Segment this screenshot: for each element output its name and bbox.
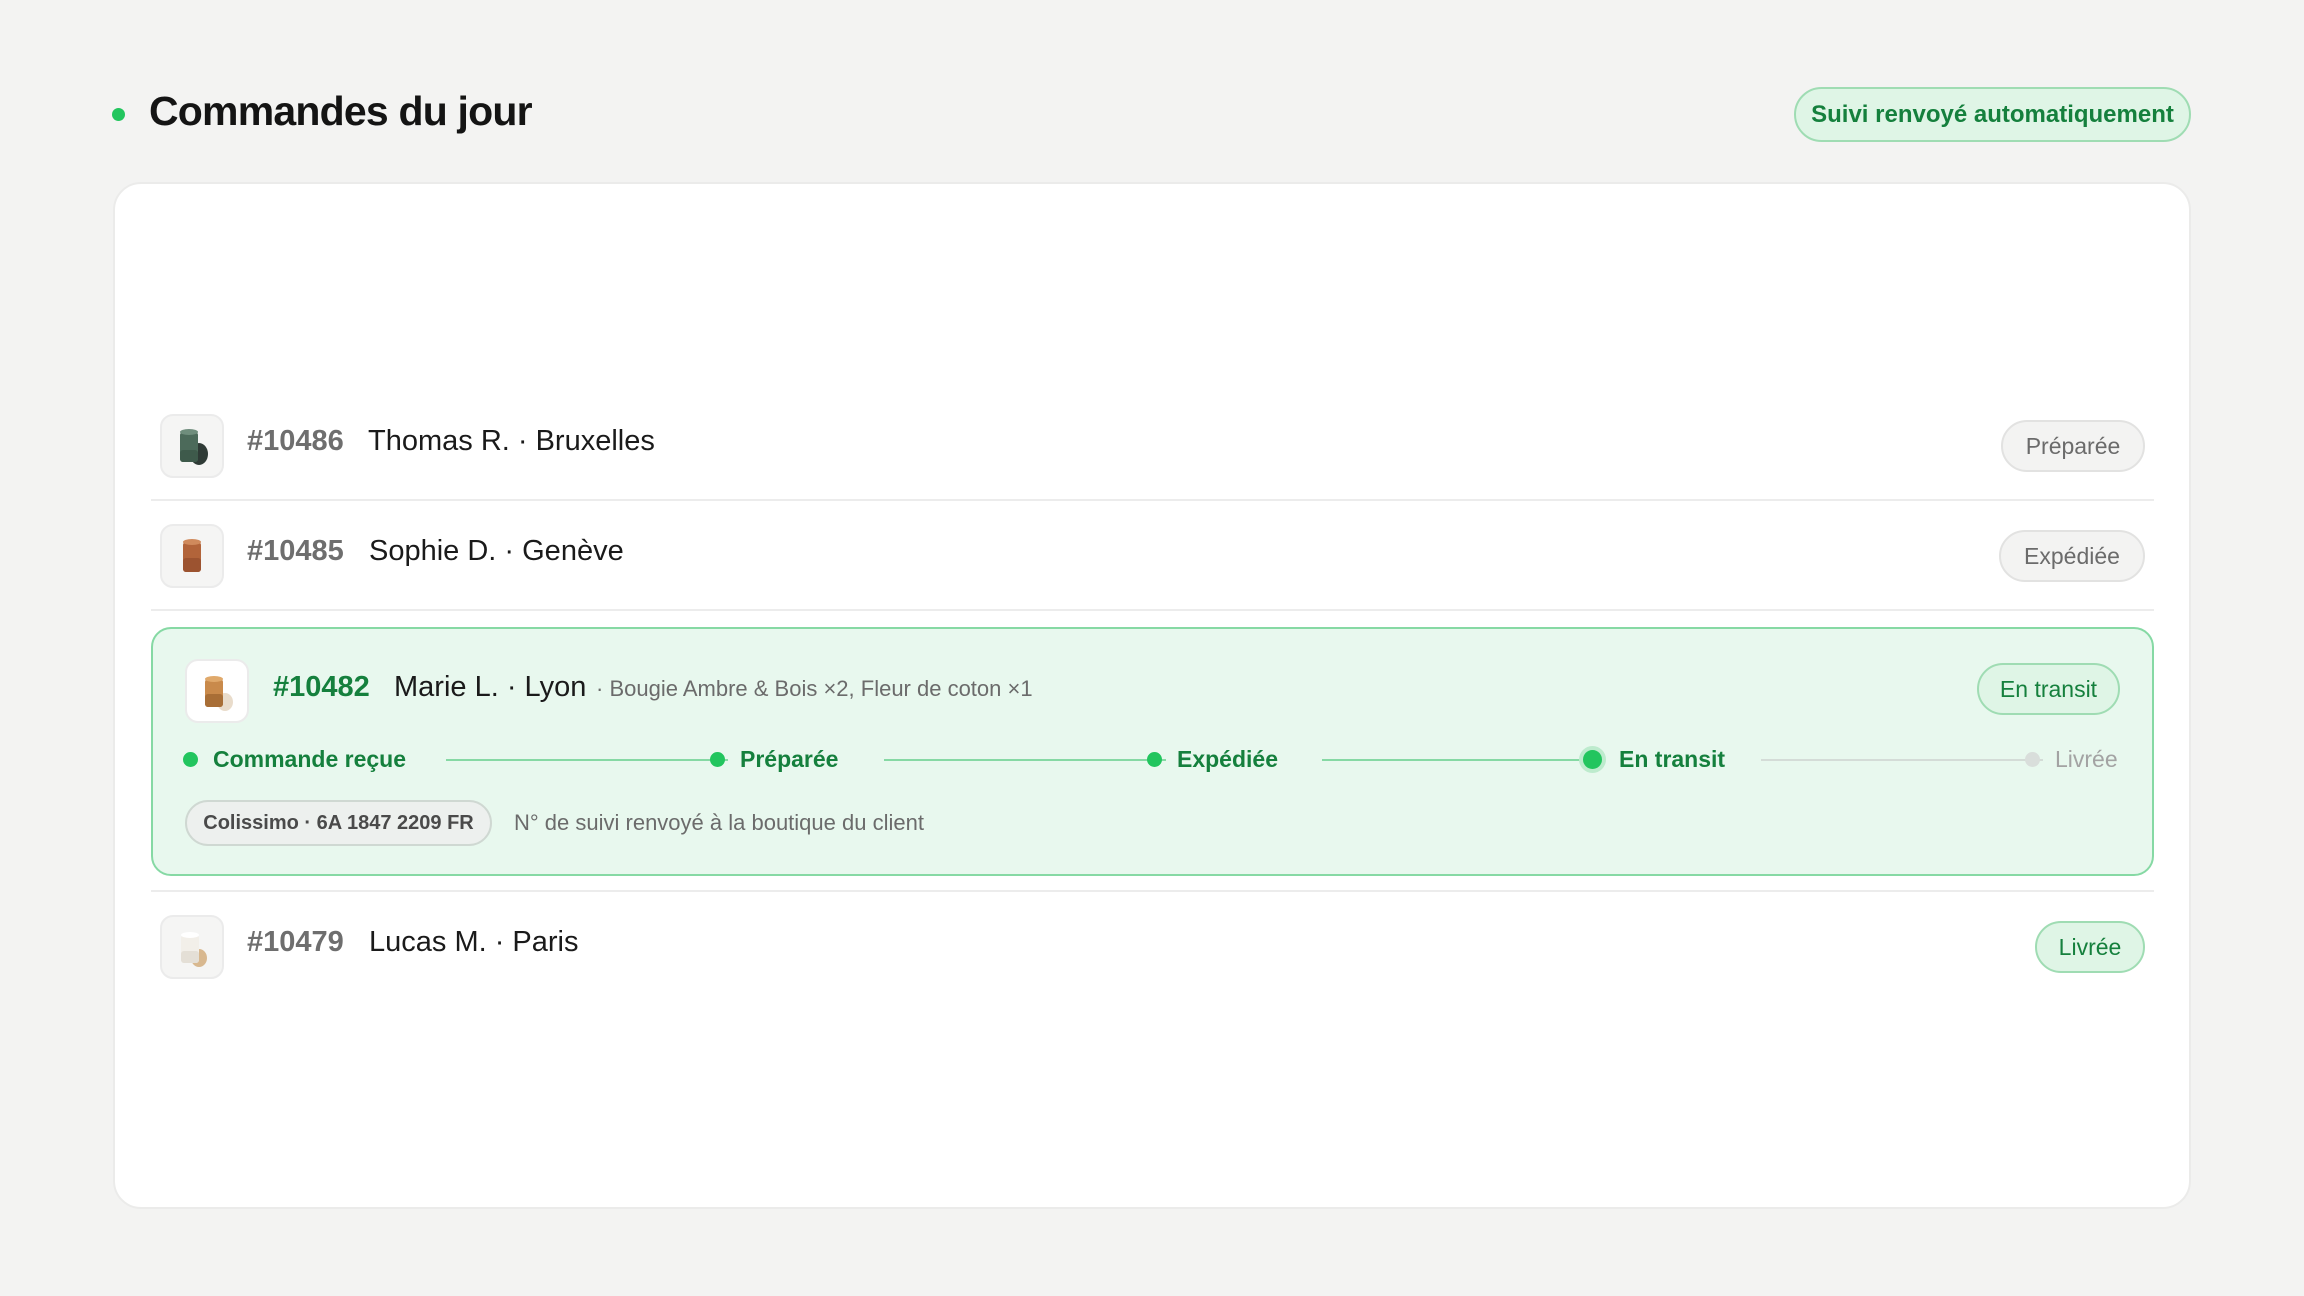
- timeline-connector: [1761, 759, 2043, 761]
- step-label: Commande reçue: [213, 746, 407, 772]
- customer-name: Marie L. · Lyon: [394, 671, 587, 703]
- order-id: #10486: [247, 425, 344, 457]
- step-label: Livrée: [2055, 746, 2118, 772]
- order-row-expanded[interactable]: #10482 Marie L. · Lyon · Bougie Ambre & …: [151, 627, 2154, 876]
- green-candle-icon: [160, 414, 224, 478]
- step-done-dot: [710, 752, 725, 767]
- order-id: #10485: [247, 535, 344, 567]
- step-done-dot: [1147, 752, 1162, 767]
- tracking-number-chip[interactable]: Colissimo · 6A 1847 2209 FR: [185, 800, 492, 846]
- shipping-timeline: Commande reçue Préparée Expédiée En tran…: [183, 739, 2123, 779]
- step-pending-dot: [2025, 752, 2040, 767]
- timeline-connector: [884, 759, 1166, 761]
- order-id: #10482: [273, 671, 370, 703]
- order-items: · Bougie Ambre & Bois ×2, Fleur de coton…: [596, 676, 1033, 701]
- status-badge: Expédiée: [1999, 530, 2145, 582]
- timeline-connector: [1322, 759, 1604, 761]
- order-row[interactable]: #10479 Lucas M. · Paris Livrée: [151, 892, 2154, 1002]
- timeline-connector: [446, 759, 728, 761]
- status-badge: Livrée: [2035, 921, 2145, 973]
- customer-name: Thomas R. · Bruxelles: [368, 425, 655, 457]
- orders-page: Commandes du jour Suivi renvoyé automati…: [0, 0, 2304, 1296]
- terracotta-candle-icon: [160, 524, 224, 588]
- step-label: En transit: [1619, 746, 1726, 772]
- auto-tracking-badge: Suivi renvoyé automatiquement: [1794, 87, 2191, 142]
- order-row[interactable]: #10485 Sophie D. · Genève Expédiée: [151, 501, 2154, 611]
- amber-candle-icon: [185, 659, 249, 723]
- live-indicator-dot: [112, 108, 125, 121]
- status-badge: En transit: [1977, 663, 2120, 715]
- tracking-note: N° de suivi renvoyé à la boutique du cli…: [514, 810, 924, 835]
- customer-name: Lucas M. · Paris: [369, 926, 579, 958]
- step-label: Préparée: [740, 746, 839, 772]
- order-id: #10479: [247, 926, 344, 958]
- step-done-dot: [183, 752, 198, 767]
- customer-name: Sophie D. · Genève: [369, 535, 624, 567]
- status-badge: Préparée: [2001, 420, 2145, 472]
- white-candle-icon: [160, 915, 224, 979]
- order-row[interactable]: #10486 Thomas R. · Bruxelles Préparée: [151, 391, 2154, 501]
- step-current-dot: [1583, 750, 1602, 769]
- page-title: Commandes du jour: [149, 88, 533, 134]
- step-label: Expédiée: [1177, 746, 1278, 772]
